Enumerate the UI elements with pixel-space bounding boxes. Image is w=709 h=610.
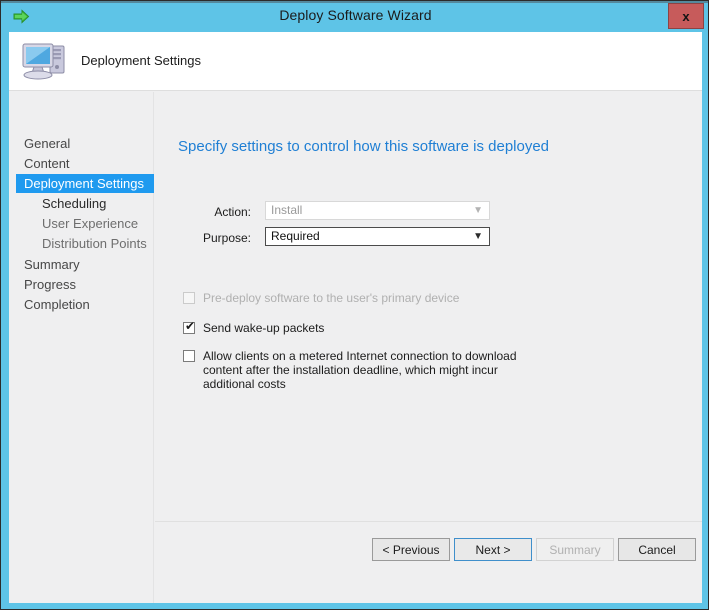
purpose-label: Purpose: bbox=[202, 231, 251, 245]
sidebar-item-general[interactable]: General bbox=[16, 134, 154, 153]
window-title: Deploy Software Wizard bbox=[279, 7, 432, 23]
sidebar-item-completion[interactable]: Completion bbox=[16, 295, 154, 314]
wizard-button-bar: < Previous Next > Summary Cancel bbox=[155, 532, 702, 572]
footer-divider bbox=[155, 521, 702, 522]
predeploy-checkbox-label: Pre-deploy software to the user's primar… bbox=[203, 291, 460, 305]
chevron-down-icon: ▼ bbox=[473, 205, 483, 216]
wizard-client-area: Deployment Settings General Content Depl… bbox=[9, 32, 702, 603]
sidebar-item-progress[interactable]: Progress bbox=[16, 275, 154, 294]
wizard-header: Deployment Settings bbox=[9, 32, 702, 91]
close-icon[interactable]: x bbox=[668, 3, 704, 29]
wakeup-packets-checkbox-label[interactable]: Send wake-up packets bbox=[203, 321, 324, 335]
metered-connection-checkbox[interactable] bbox=[183, 350, 195, 362]
previous-button[interactable]: < Previous bbox=[372, 538, 450, 561]
sidebar-item-distribution-points[interactable]: Distribution Points bbox=[16, 234, 154, 253]
chevron-down-icon: ▼ bbox=[473, 231, 483, 242]
page-title: Specify settings to control how this sof… bbox=[178, 138, 550, 155]
title-bar-top-edge bbox=[1, 1, 708, 3]
wakeup-packets-checkbox[interactable]: ✔ bbox=[183, 319, 196, 334]
checkmark-icon: ✔ bbox=[185, 319, 196, 333]
title-bar: Deploy Software Wizard x bbox=[1, 1, 708, 32]
computer-icon bbox=[17, 34, 73, 86]
purpose-dropdown[interactable]: Required ▼ bbox=[265, 227, 490, 246]
metered-connection-checkbox-label[interactable]: Allow clients on a metered Internet conn… bbox=[203, 349, 548, 391]
purpose-dropdown-value: Required bbox=[271, 229, 320, 243]
predeploy-checkbox bbox=[183, 292, 195, 304]
sidebar-item-user-experience[interactable]: User Experience bbox=[16, 214, 154, 233]
wizard-step-navigation: General Content Deployment Settings Sche… bbox=[9, 92, 154, 603]
cancel-button[interactable]: Cancel bbox=[618, 538, 696, 561]
summary-button: Summary bbox=[536, 538, 614, 561]
wizard-main-pane: Specify settings to control how this sof… bbox=[155, 92, 702, 603]
sidebar-item-content[interactable]: Content bbox=[16, 154, 154, 173]
action-dropdown-value: Install bbox=[271, 203, 303, 217]
sidebar-item-deployment-settings[interactable]: Deployment Settings bbox=[16, 174, 154, 193]
deploy-software-wizard-window: Deploy Software Wizard x Deployment Sett… bbox=[0, 0, 709, 610]
wizard-header-title: Deployment Settings bbox=[81, 53, 201, 68]
sidebar-item-summary[interactable]: Summary bbox=[16, 255, 154, 274]
next-button[interactable]: Next > bbox=[454, 538, 532, 561]
action-label: Action: bbox=[214, 205, 251, 219]
action-dropdown: Install ▼ bbox=[265, 201, 490, 220]
sidebar-item-scheduling[interactable]: Scheduling bbox=[16, 194, 154, 213]
